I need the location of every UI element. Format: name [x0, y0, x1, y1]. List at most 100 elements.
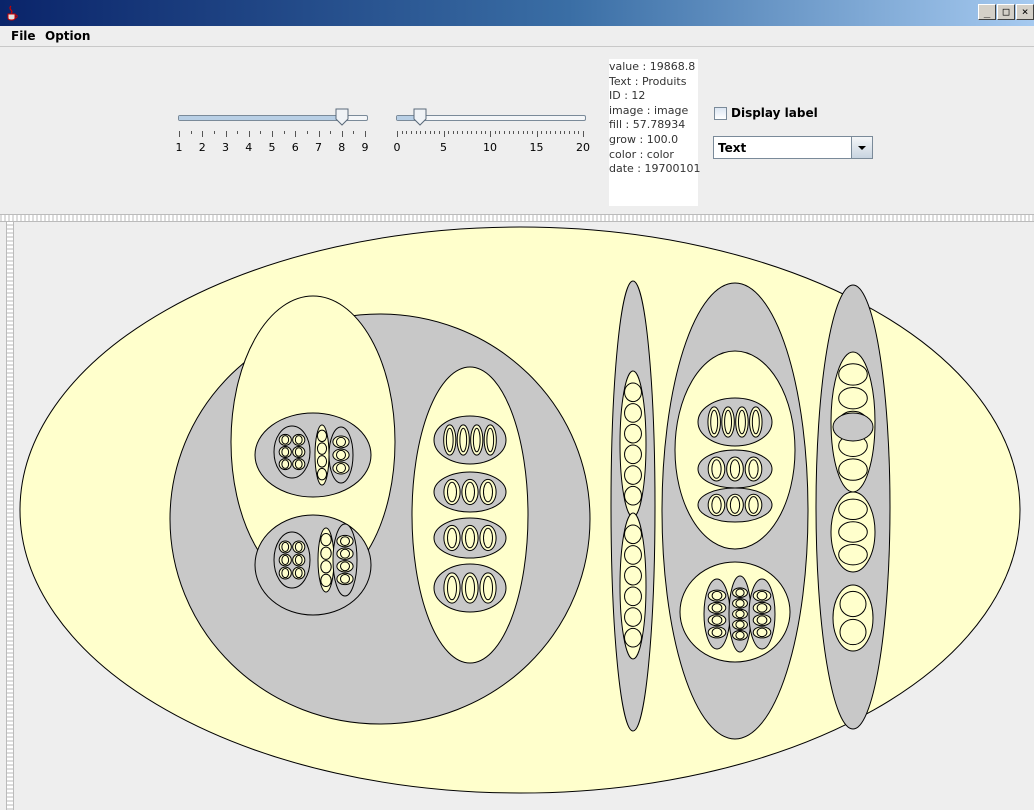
slider-minor-tick [531, 131, 533, 134]
dropdown-button[interactable] [851, 137, 872, 158]
treemap-leaf[interactable] [479, 478, 497, 506]
slider-minor-tick [476, 131, 478, 134]
treemap-leaf[interactable] [461, 524, 479, 552]
treemap-leaf[interactable] [744, 456, 763, 482]
slider-major-tick [490, 131, 491, 137]
treemap-leaf[interactable] [707, 456, 726, 482]
slider-tick-label: 5 [268, 141, 276, 154]
display-label-text: Display label [731, 106, 818, 120]
ellipse-treemap[interactable] [0, 222, 1034, 810]
treemap-canvas[interactable] [0, 222, 1034, 810]
slider-minor-tick [508, 131, 510, 134]
slider-minor-tick [353, 131, 355, 134]
treemap-leaf[interactable] [735, 406, 749, 438]
treemap-leaf[interactable] [483, 424, 497, 456]
split-divider[interactable] [0, 214, 1034, 222]
treemap-leaf[interactable] [461, 478, 479, 506]
treemap-leaf-group[interactable] [748, 578, 776, 650]
slider-minor-tick [448, 131, 450, 134]
treemap-leaf[interactable] [443, 572, 461, 604]
maximize-button[interactable]: □ [997, 4, 1015, 20]
slider-major-tick [536, 131, 538, 137]
slider-tick-label: 2 [198, 141, 206, 154]
treemap-leaf[interactable] [726, 456, 744, 482]
slider-minor-tick [420, 131, 422, 134]
treemap-node[interactable] [411, 366, 529, 664]
select-value: Text [718, 141, 747, 155]
treemap-leaf[interactable] [707, 406, 721, 438]
treemap-leaf[interactable] [726, 493, 744, 517]
close-button[interactable]: × [1016, 4, 1034, 20]
slider-tick-label: 8 [338, 141, 346, 154]
slider-minor-tick [406, 131, 408, 134]
slider-tick-label: 15 [529, 141, 544, 154]
slider-minor-tick [550, 131, 552, 134]
slider-minor-tick [569, 131, 571, 134]
treemap-node[interactable] [317, 527, 335, 593]
treemap-node[interactable] [830, 491, 876, 573]
display-label-toggle[interactable]: Display label [714, 106, 818, 120]
slider-minor-tick [559, 131, 561, 134]
slider-minor-tick [466, 131, 468, 134]
treemap-leaf[interactable] [721, 406, 735, 438]
treemap-leaf[interactable] [479, 572, 497, 604]
slider-major-tick [583, 131, 584, 137]
slider-thumb[interactable] [335, 108, 349, 126]
treemap-leaf[interactable] [443, 424, 457, 456]
slider-minor-tick [499, 131, 501, 134]
treemap-node[interactable] [314, 424, 330, 486]
slider-major-tick [397, 131, 398, 137]
border-slider[interactable]: 0 5 10 15 20 [394, 105, 590, 165]
slider-minor-tick [578, 131, 580, 134]
node-info-panel: value : 19868.8 Text : Produits ID : 12 … [609, 59, 701, 206]
treemap-node[interactable] [619, 512, 647, 660]
depth-slider[interactable]: 1 2 3 4 5 6 7 8 9 [176, 105, 369, 165]
title-bar[interactable]: _ □ × [0, 0, 1034, 26]
slider-minor-tick [513, 131, 515, 134]
slider-thumb[interactable] [413, 108, 427, 126]
treemap-leaf[interactable] [707, 493, 726, 517]
treemap-node[interactable] [832, 584, 874, 652]
display-label-checkbox[interactable] [714, 106, 727, 120]
slider-tick-label: 5 [440, 141, 447, 154]
chevron-down-icon [858, 146, 866, 150]
slider-minor-tick [503, 131, 505, 134]
treemap-leaf[interactable] [443, 478, 461, 506]
menu-file[interactable]: File [11, 29, 36, 43]
label-field-select[interactable]: Text [713, 136, 873, 159]
treemap-leaf[interactable] [479, 524, 497, 552]
minimize-button[interactable]: _ [978, 4, 996, 20]
slider-tick-label: 1 [175, 141, 183, 154]
slider-minor-tick [415, 131, 417, 134]
slider-major-tick [365, 131, 366, 137]
slider-tick-label: 9 [361, 141, 369, 154]
treemap-leaf[interactable] [744, 493, 763, 517]
slider-major-tick [341, 131, 343, 137]
slider-minor-tick [190, 131, 192, 134]
treemap-node[interactable] [254, 412, 372, 498]
treemap-leaf[interactable] [461, 572, 479, 604]
treemap-leaf[interactable] [749, 406, 763, 438]
slider-minor-tick [494, 131, 496, 134]
treemap-leaf[interactable] [443, 524, 461, 552]
slider-minor-tick [330, 131, 332, 134]
treemap-leaf-group[interactable] [703, 578, 731, 650]
java-cup-icon [7, 5, 18, 21]
menu-option[interactable]: Option [45, 29, 90, 43]
slider-minor-tick [424, 131, 426, 134]
treemap-leaf-group[interactable] [332, 523, 358, 597]
treemap-leaf[interactable] [456, 424, 470, 456]
treemap-node[interactable] [619, 370, 647, 518]
treemap-leaf[interactable] [470, 424, 484, 456]
slider-minor-tick [555, 131, 557, 134]
slider-tick-label: 4 [245, 141, 253, 154]
info-line: date : 19700101 [609, 162, 701, 176]
slider-minor-tick [457, 131, 459, 134]
slider-minor-tick [517, 131, 519, 134]
slider-minor-tick [485, 131, 487, 134]
controls-panel: 1 2 3 4 5 6 7 8 9 0 5 10 15 20 value : 19868.8 Text … [0, 47, 1034, 214]
slider-tick-label: 7 [315, 141, 322, 154]
slider-minor-tick [401, 131, 403, 134]
treemap-leaf-group[interactable] [832, 412, 874, 442]
slider-minor-tick [434, 131, 436, 134]
